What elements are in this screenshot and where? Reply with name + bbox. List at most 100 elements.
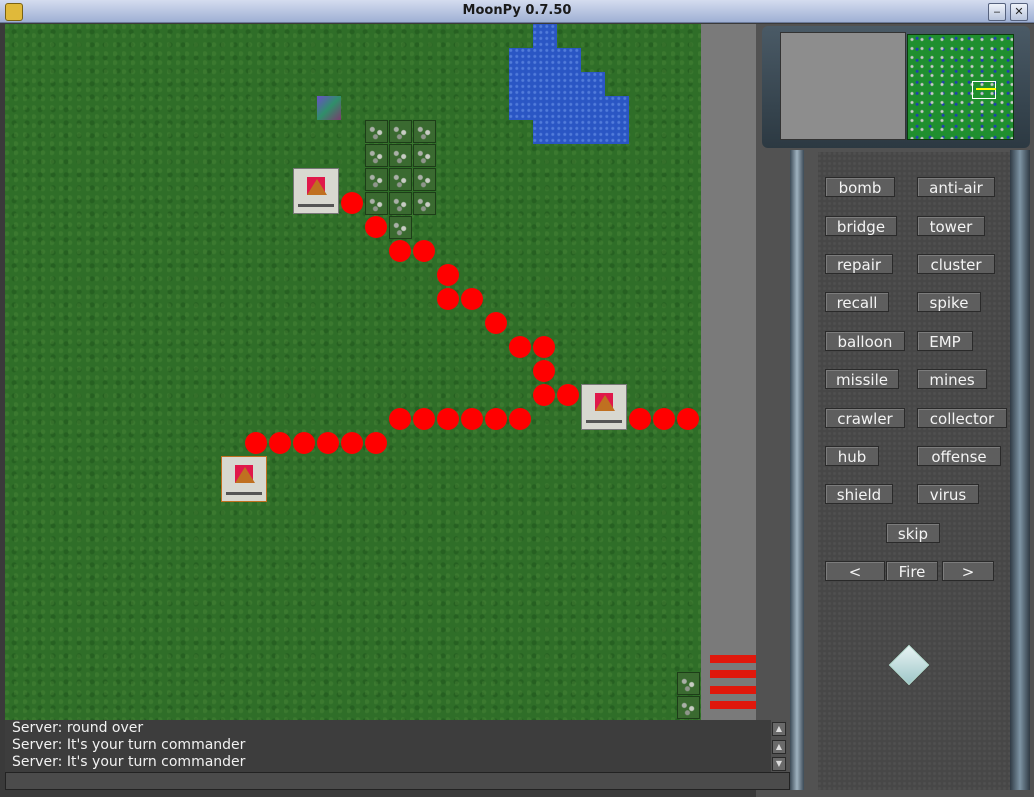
rock-tile xyxy=(413,192,436,215)
rock-tile xyxy=(389,168,412,191)
path-node xyxy=(317,432,339,454)
log-scrollbar[interactable]: ▲ ▲ ▼ xyxy=(771,720,787,772)
weapon-panel xyxy=(818,152,1010,790)
message-log: Server: round over Server: It's your tur… xyxy=(5,720,771,772)
previous-weapon-button[interactable]: < xyxy=(825,561,885,581)
path-node xyxy=(461,288,483,310)
path-node xyxy=(389,240,411,262)
weapon-mines-button[interactable]: mines xyxy=(917,369,987,389)
skip-button[interactable]: skip xyxy=(886,523,940,543)
log-line: Server: It's your turn commander xyxy=(12,754,246,770)
scroll-down-arrow-icon[interactable]: ▼ xyxy=(772,757,786,771)
info-screen xyxy=(780,32,906,140)
path-node xyxy=(437,288,459,310)
weapon-recall-button[interactable]: recall xyxy=(825,292,889,312)
weapon-missile-button[interactable]: missile xyxy=(825,369,899,389)
base-stripe xyxy=(586,420,622,423)
energy-bar xyxy=(710,686,760,694)
rock-tile xyxy=(413,168,436,191)
weapon-tower-button[interactable]: tower xyxy=(917,216,985,236)
rock-tile xyxy=(365,192,388,215)
minimap-viewport xyxy=(972,81,996,99)
game-map[interactable] xyxy=(5,24,701,720)
path-node xyxy=(557,384,579,406)
rock-tile xyxy=(677,672,700,695)
rock-tile xyxy=(389,216,412,239)
path-node xyxy=(485,408,507,430)
weapon-spike-button[interactable]: spike xyxy=(917,292,981,312)
rock-tile xyxy=(389,120,412,143)
weapon-bomb-button[interactable]: bomb xyxy=(825,177,895,197)
minimap[interactable] xyxy=(907,34,1014,140)
scroll-up-arrow-icon[interactable]: ▲ xyxy=(772,722,786,736)
water-tile xyxy=(509,72,605,96)
fire-button[interactable]: Fire xyxy=(886,561,938,581)
rock-tile xyxy=(365,120,388,143)
path-node xyxy=(629,408,651,430)
base-stripe xyxy=(298,204,334,207)
window-title: MoonPy 0.7.50 xyxy=(462,3,572,18)
path-node xyxy=(341,432,363,454)
weapon-virus-button[interactable]: virus xyxy=(917,484,979,504)
path-node xyxy=(437,264,459,286)
close-button[interactable]: ✕ xyxy=(1010,3,1028,21)
panel-frame-left xyxy=(790,150,804,790)
minimap-path xyxy=(976,88,996,90)
weapon-hub-button[interactable]: hub xyxy=(825,446,879,466)
chat-input[interactable] xyxy=(5,772,790,790)
weapon-balloon-button[interactable]: balloon xyxy=(825,331,905,351)
title-bar: MoonPy 0.7.50 ‒ ✕ xyxy=(0,0,1034,23)
path-node xyxy=(461,408,483,430)
water-tile xyxy=(533,120,629,144)
panel-frame-right xyxy=(1010,150,1030,790)
weapon-crawler-button[interactable]: crawler xyxy=(825,408,905,428)
base-triangle-icon xyxy=(595,395,615,411)
water-tile xyxy=(533,24,557,48)
weapon-offense-button[interactable]: offense xyxy=(917,446,1001,466)
rock-tile xyxy=(365,168,388,191)
path-node xyxy=(533,336,555,358)
path-node xyxy=(677,408,699,430)
rock-tile xyxy=(389,144,412,167)
player-base[interactable] xyxy=(221,456,267,502)
minimize-button[interactable]: ‒ xyxy=(988,3,1006,21)
base-structure[interactable] xyxy=(293,168,339,214)
path-node xyxy=(509,336,531,358)
water-tile xyxy=(509,96,629,120)
weapon-shield-button[interactable]: shield xyxy=(825,484,893,504)
path-node xyxy=(509,408,531,430)
weapon-collector-button[interactable]: collector xyxy=(917,408,1007,428)
path-node xyxy=(413,408,435,430)
log-line: Server: It's your turn commander xyxy=(12,737,246,753)
energy-bar xyxy=(710,670,760,678)
base-stripe xyxy=(226,492,262,495)
rock-tile xyxy=(389,192,412,215)
weapon-emp-button[interactable]: EMP xyxy=(917,331,973,351)
path-node xyxy=(653,408,675,430)
rock-tile xyxy=(677,696,700,719)
weapon-repair-button[interactable]: repair xyxy=(825,254,893,274)
next-weapon-button[interactable]: > xyxy=(942,561,994,581)
weapon-bridge-button[interactable]: bridge xyxy=(825,216,897,236)
path-node xyxy=(389,408,411,430)
base-structure[interactable] xyxy=(581,384,627,430)
path-node xyxy=(485,312,507,334)
energy-bar xyxy=(710,655,760,663)
path-node xyxy=(365,432,387,454)
weapon-cluster-button[interactable]: cluster xyxy=(917,254,995,274)
weapon-anti-air-button[interactable]: anti-air xyxy=(917,177,995,197)
rock-tile xyxy=(365,144,388,167)
water-tile xyxy=(509,48,581,72)
path-node xyxy=(293,432,315,454)
path-node xyxy=(533,384,555,406)
rock-tile xyxy=(413,144,436,167)
base-triangle-icon xyxy=(235,467,255,483)
path-node xyxy=(245,432,267,454)
path-node xyxy=(365,216,387,238)
path-node xyxy=(437,408,459,430)
rock-tile xyxy=(413,120,436,143)
path-node xyxy=(341,192,363,214)
path-node xyxy=(269,432,291,454)
scroll-middle-arrow-icon[interactable]: ▲ xyxy=(772,740,786,754)
crystal-tile xyxy=(317,96,341,120)
